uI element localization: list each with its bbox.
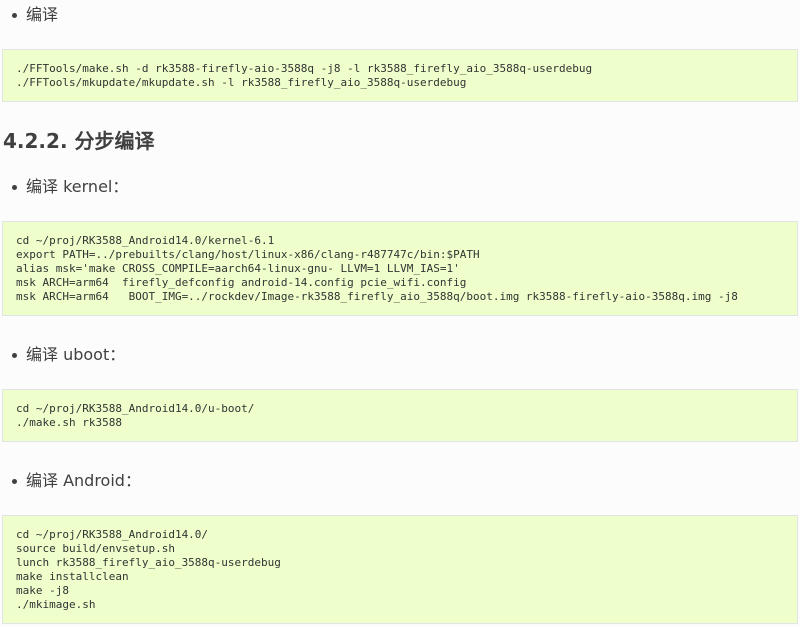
bullet-label: 编译 Android： [26, 471, 141, 490]
code-line: msk ARCH=arm64 BOOT_IMG=../rockdev/Image… [16, 290, 738, 303]
bullet-dot [12, 12, 17, 18]
code-text: cd ~/proj/RK3588_Android14.0/ source bui… [3, 516, 797, 624]
bullet-android: 编译 Android： [12, 471, 141, 491]
code-line: make installclean [16, 570, 129, 583]
code-line: ./make.sh rk3588 [16, 416, 122, 429]
code-line: ./FFTools/make.sh -d rk3588-firefly-aio-… [16, 62, 593, 75]
bullet-label: 编译 [26, 5, 59, 24]
code-text: cd ~/proj/RK3588_Android14.0/u-boot/ ./m… [3, 390, 797, 442]
bullet-uboot: 编译 uboot： [12, 345, 125, 365]
bullet-dot [12, 184, 17, 190]
code-line: msk ARCH=arm64 firefly_defconfig android… [16, 276, 467, 289]
code-line: cd ~/proj/RK3588_Android14.0/ [16, 528, 209, 541]
code-line: lunch rk3588_firefly_aio_3588q-userdebug [16, 556, 281, 569]
code-block-uboot[interactable]: cd ~/proj/RK3588_Android14.0/u-boot/ ./m… [2, 389, 798, 442]
code-text: ./FFTools/make.sh -d rk3588-firefly-aio-… [3, 50, 797, 102]
code-line: source build/envsetup.sh [16, 542, 175, 555]
code-line: alias msk='make CROSS_COMPILE=aarch64-li… [16, 262, 460, 275]
bullet-dot [12, 478, 17, 484]
bullet-label: 编译 kernel： [26, 177, 129, 196]
code-line: export PATH=../prebuilts/clang/host/linu… [16, 248, 480, 261]
code-line: make -j8 [16, 584, 69, 597]
code-line: ./mkimage.sh [16, 598, 96, 611]
document-page: 编译 ./FFTools/make.sh -d rk3588-firefly-a… [0, 0, 800, 627]
code-block-android[interactable]: cd ~/proj/RK3588_Android14.0/ source bui… [2, 515, 798, 624]
code-line: ./FFTools/mkupdate/mkupdate.sh -l rk3588… [16, 76, 467, 89]
code-line: cd ~/proj/RK3588_Android14.0/u-boot/ [16, 402, 255, 415]
code-line: cd ~/proj/RK3588_Android14.0/kernel-6.1 [16, 234, 275, 247]
bullet-dot [12, 352, 17, 358]
section-heading: 4.2.2. 分步编译 [3, 129, 155, 153]
code-text: cd ~/proj/RK3588_Android14.0/kernel-6.1 … [3, 222, 797, 316]
code-block-kernel[interactable]: cd ~/proj/RK3588_Android14.0/kernel-6.1 … [2, 221, 798, 316]
bullet-build-all: 编译 [12, 5, 58, 25]
bullet-label: 编译 uboot： [26, 345, 126, 364]
code-block-build-all[interactable]: ./FFTools/make.sh -d rk3588-firefly-aio-… [2, 49, 798, 102]
bullet-kernel: 编译 kernel： [12, 177, 128, 197]
